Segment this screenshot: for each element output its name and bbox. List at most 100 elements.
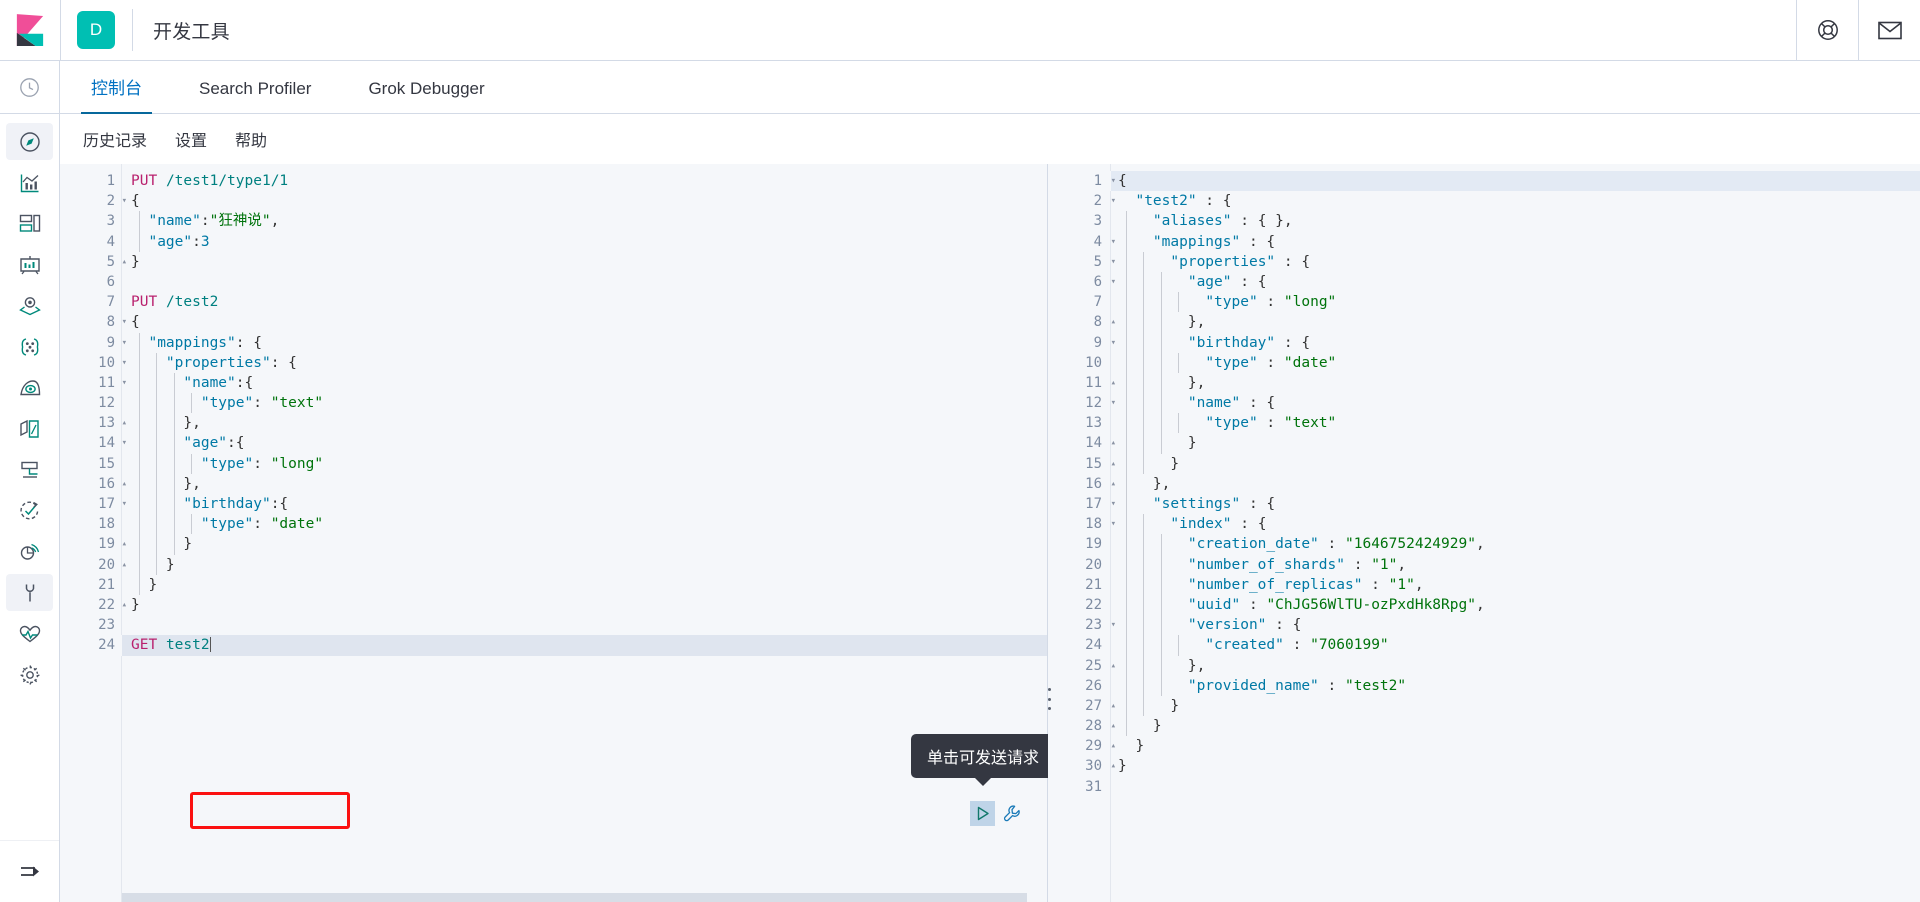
code-line[interactable]: 25 ▴ },	[1048, 655, 1920, 676]
send-request-button[interactable]	[970, 801, 995, 826]
code-line[interactable]: 3 "name":"狂神说",	[60, 211, 1047, 232]
code-line[interactable]: 15 ▴ }	[1048, 453, 1920, 474]
news-feed-button[interactable]	[1858, 0, 1920, 60]
code-line[interactable]: 28 ▴ }	[1048, 716, 1920, 737]
code-line[interactable]: 18 "type": "date"	[60, 514, 1047, 535]
code-line[interactable]: 24 "created" : "7060199"	[1048, 635, 1920, 656]
indent-guide	[1143, 413, 1145, 434]
tab-console[interactable]: 控制台	[81, 74, 152, 114]
code-line[interactable]: 14 ▾ "age":{	[60, 433, 1047, 454]
code-token: {	[1118, 173, 1127, 189]
code-line[interactable]: 18 ▾ "index" : {	[1048, 514, 1920, 535]
indent-guide	[1160, 413, 1162, 434]
submenu-item-settings[interactable]: 设置	[175, 127, 207, 151]
code-line[interactable]: 14 ▴ }	[1048, 433, 1920, 454]
code-token: "date"	[1283, 354, 1337, 371]
space-avatar[interactable]: D	[77, 11, 115, 49]
sidebar-item-discover[interactable]	[0, 121, 59, 162]
sidebar-item-visualize[interactable]	[0, 162, 59, 203]
code-line[interactable]: 30 ▴}	[1048, 756, 1920, 776]
tab-grok-debugger[interactable]: Grok Debugger	[358, 79, 494, 113]
code-line[interactable]: 1 ▾{	[1048, 171, 1920, 192]
request-pane[interactable]: 1 PUT /test1/type1/1 2 ▾{3 "name":"狂神说", 4 "…	[60, 164, 1056, 902]
request-options-button[interactable]	[1001, 803, 1023, 825]
request-editor-text[interactable]: 1 PUT /test1/type1/1 2 ▾{3 "name":"狂神说", 4 "…	[60, 164, 1047, 902]
response-pane[interactable]: 1 ▾{2 ▾ "test2" : {3 "aliases" : { }, 4 ▾ "m…	[1048, 164, 1920, 902]
code-line[interactable]: 23 ▾ "version" : {	[1048, 615, 1920, 636]
code-line[interactable]: 23	[60, 615, 1047, 635]
code-line[interactable]: 8 ▾{	[60, 312, 1047, 332]
sidebar-item-stack-monitoring[interactable]	[0, 613, 59, 654]
code-line[interactable]: 19 "creation_date" : "1646752424929",	[1048, 534, 1920, 555]
code-line[interactable]: 10 ▾ "properties": {	[60, 352, 1047, 373]
code-line[interactable]: 21 }	[60, 574, 1047, 595]
code-line[interactable]: 7 "type" : "long"	[1048, 292, 1920, 313]
sidebar-item-dashboard[interactable]	[0, 203, 59, 244]
sidebar-item-uptime[interactable]	[0, 490, 59, 531]
sidebar-item-logs[interactable]	[0, 449, 59, 490]
pane-resizer-handle[interactable]	[1044, 688, 1054, 710]
sidebar-item-management[interactable]	[0, 654, 59, 695]
code-line[interactable]: 16 ▴ },	[1048, 473, 1920, 494]
code-line[interactable]: 17 ▾ "birthday":{	[60, 494, 1047, 515]
code-line[interactable]: 5 ▾ "properties" : {	[1048, 251, 1920, 272]
code-line[interactable]: 6 ▾ "age" : {	[1048, 271, 1920, 293]
code-line[interactable]: 11 ▾ "name":{	[60, 372, 1047, 394]
code-line[interactable]: 8 ▴ },	[1048, 312, 1920, 333]
submenu-item-help[interactable]: 帮助	[235, 127, 267, 151]
help-button[interactable]	[1796, 0, 1858, 60]
code-line[interactable]: 15 "type": "long"	[60, 453, 1047, 474]
code-line[interactable]: 27 ▴ }	[1048, 695, 1920, 717]
code-line[interactable]: 6	[60, 272, 1047, 292]
code-line[interactable]: 1 PUT /test1/type1/1	[60, 171, 1047, 191]
line-number: 20 ▴	[60, 555, 127, 575]
code-line[interactable]: 31	[1048, 777, 1920, 797]
sidebar-item-canvas[interactable]	[0, 244, 59, 285]
code-line[interactable]: 22 "uuid" : "ChJG56WlTU-ozPxdHk8Rpg",	[1048, 594, 1920, 616]
code-line[interactable]: 4 ▾ "mappings" : {	[1048, 231, 1920, 252]
code-line[interactable]: 17 ▾ "settings" : {	[1048, 494, 1920, 515]
line-number: 4	[106, 233, 115, 250]
code-line[interactable]: 29 ▴ }	[1048, 736, 1920, 756]
request-horizontal-scrollbar[interactable]	[122, 893, 1027, 902]
code-line[interactable]: 12 "type": "text"	[60, 393, 1047, 414]
code-line[interactable]: 7 PUT /test2	[60, 292, 1047, 312]
collapse-nav-button[interactable]	[0, 840, 59, 902]
tab-search-profiler[interactable]: Search Profiler	[189, 79, 321, 113]
code-token: /test2	[165, 294, 219, 311]
code-line[interactable]: 13 "type" : "text"	[1048, 413, 1920, 434]
code-line[interactable]: 11 ▴ },	[1048, 372, 1920, 394]
code-line[interactable]: 13 ▴ },	[60, 413, 1047, 434]
code-line[interactable]: 20 "number_of_shards" : "1",	[1048, 554, 1920, 575]
code-line[interactable]: 9 ▾ "mappings": {	[60, 332, 1047, 353]
code-token: }	[1118, 697, 1180, 714]
code-line[interactable]: 19 ▴ }	[60, 534, 1047, 555]
code-line[interactable]: 2 ▾{	[60, 191, 1047, 211]
code-line[interactable]: 16 ▴ },	[60, 473, 1047, 494]
code-line[interactable]: 26 "provided_name" : "test2"	[1048, 675, 1920, 696]
code-line[interactable]: 20 ▴ }	[60, 554, 1047, 575]
text-cursor	[209, 637, 211, 653]
response-editor-text[interactable]: 1 ▾{2 ▾ "test2" : {3 "aliases" : { }, 4 ▾ "m…	[1048, 164, 1920, 902]
sidebar-item-dev-tools[interactable]	[0, 572, 59, 613]
code-line[interactable]: 22 ▴}	[60, 595, 1047, 615]
code-line[interactable]: 2 ▾ "test2" : {	[1048, 191, 1920, 211]
sidebar-item-machine-learning[interactable]	[0, 326, 59, 367]
code-line[interactable]: 3 "aliases" : { },	[1048, 211, 1920, 232]
code-line[interactable]: 9 ▾ "birthday" : {	[1048, 332, 1920, 353]
submenu-item-history[interactable]: 历史记录	[83, 127, 147, 151]
sidebar-item-metrics[interactable]	[0, 408, 59, 449]
code-line[interactable]: 12 ▾ "name" : {	[1048, 393, 1920, 414]
code-line[interactable]: 4 "age":3	[60, 231, 1047, 252]
code-line[interactable]: 24 GET test2	[60, 635, 1047, 656]
code-line[interactable]: 10 "type" : "date"	[1048, 352, 1920, 373]
code-line[interactable]: 21 "number_of_replicas" : "1",	[1048, 574, 1920, 595]
code-token: "name"	[183, 374, 236, 391]
kibana-home-button[interactable]	[0, 0, 61, 60]
sidebar-item-apm[interactable]	[0, 531, 59, 572]
recently-viewed-button[interactable]	[0, 61, 59, 114]
sidebar-item-maps[interactable]	[0, 285, 59, 326]
sidebar-item-graph[interactable]	[0, 367, 59, 408]
code-line[interactable]: 5 ▴}	[60, 252, 1047, 272]
